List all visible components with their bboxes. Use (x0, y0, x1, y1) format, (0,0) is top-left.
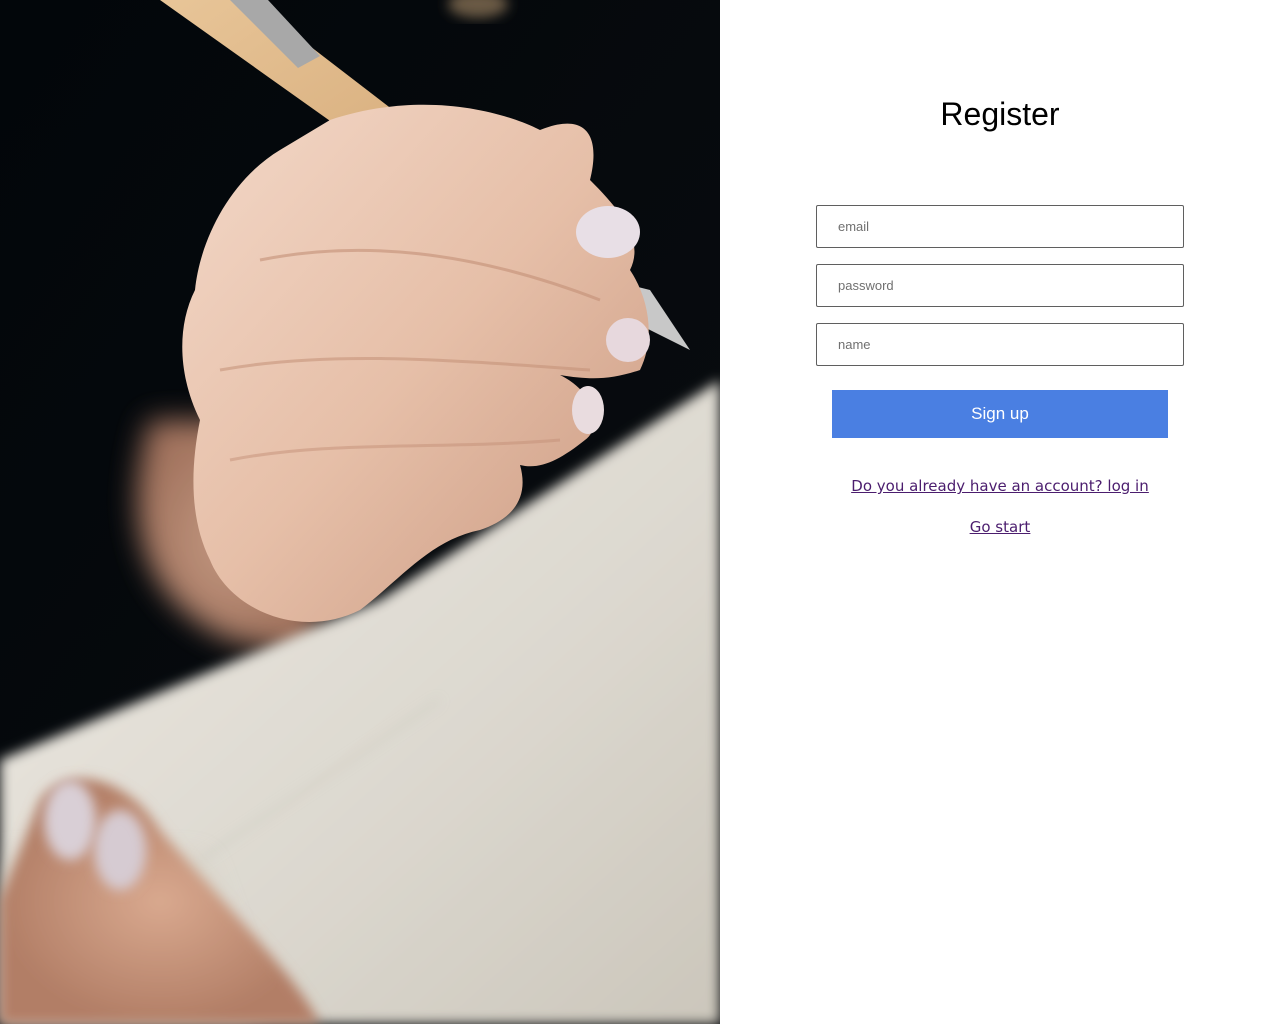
register-panel: Register Sign up Do you already have an … (720, 0, 1280, 1024)
hand-writing-photo-icon (0, 0, 720, 1024)
start-link-row: Go start (720, 517, 1280, 537)
sign-up-button[interactable]: Sign up (832, 390, 1168, 438)
login-link-row: Do you already have an account? log in (720, 476, 1280, 496)
hero-photo (0, 0, 720, 1024)
register-page: Register Sign up Do you already have an … (0, 0, 1280, 1024)
go-start-link[interactable]: Go start (970, 518, 1031, 536)
name-field[interactable] (816, 323, 1184, 366)
email-field[interactable] (816, 205, 1184, 248)
login-link[interactable]: Do you already have an account? log in (851, 477, 1148, 495)
password-field[interactable] (816, 264, 1184, 307)
page-title: Register (940, 96, 1060, 132)
